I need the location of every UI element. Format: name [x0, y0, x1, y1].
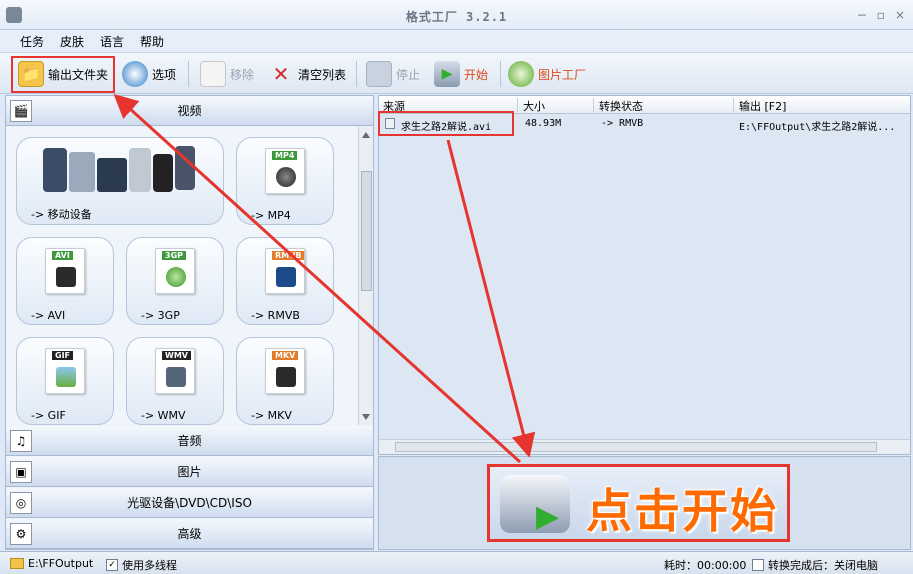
category-scrollbar[interactable]	[358, 127, 373, 425]
category-advanced[interactable]: ⚙ 高级	[6, 519, 373, 549]
rmvb-file-icon: RMVB	[265, 248, 305, 294]
start-icon: ▶	[434, 61, 460, 87]
after-completion-checkbox[interactable]	[752, 559, 764, 571]
image-factory-icon	[508, 61, 534, 87]
picture-icon: ▣	[10, 461, 32, 483]
menu-bar: 任务 皮肤 语言 帮助	[0, 30, 913, 52]
minimize-button[interactable]: −	[857, 8, 867, 22]
toolbar-separator	[500, 61, 501, 87]
close-button[interactable]: ×	[895, 8, 905, 22]
remove-icon	[200, 61, 226, 87]
options-button[interactable]: 选项	[122, 59, 176, 89]
tile-wmv[interactable]: WMV -> WMV	[126, 337, 224, 425]
stop-icon	[366, 61, 392, 87]
multithread-checkbox[interactable]: ✓	[106, 559, 118, 571]
scrollbar-thumb[interactable]	[395, 442, 877, 452]
maximize-button[interactable]: ▫	[877, 8, 885, 22]
tile-label: -> 3GP	[141, 309, 180, 322]
mp4-file-icon: MP4	[265, 148, 305, 194]
horizontal-scrollbar[interactable]	[379, 439, 910, 454]
film-icon: 🎬	[10, 100, 32, 122]
file-row-highlight	[378, 111, 514, 136]
toolbar-separator	[356, 61, 357, 87]
status-bar: E:\FFOutput ✓ 使用多线程 耗时：00:00:00 转换完成后：关闭…	[0, 551, 913, 574]
column-output[interactable]: 输出 [F2]	[739, 98, 786, 114]
window-title: 格式工厂 3.2.1	[405, 10, 508, 24]
elapsed-time: 耗时：00:00:00	[664, 559, 747, 572]
after-completion-option[interactable]: 转换完成后：关闭电脑	[752, 557, 878, 573]
row-output: E:\FFOutput\求生之路2解说...	[739, 122, 896, 133]
column-status[interactable]: 转换状态	[599, 98, 643, 114]
category-audio[interactable]: ♫ 音频	[6, 426, 373, 456]
image-factory-button[interactable]: 图片工厂	[508, 59, 586, 89]
mobile-devices-icon	[41, 142, 197, 198]
tile-label: -> AVI	[31, 309, 66, 322]
tile-rmvb[interactable]: RMVB -> RMVB	[236, 237, 334, 325]
mkv-file-icon: MKV	[265, 348, 305, 394]
category-panel: 🎬 视频 -> 移动设备 MP4 -> MP4 AVI -> AVI 3GP -…	[5, 95, 374, 550]
category-video[interactable]: 🎬 视频	[6, 96, 373, 126]
tile-label: -> MP4	[251, 209, 291, 222]
output-folder-highlight	[11, 56, 115, 93]
stop-button[interactable]: 停止	[366, 59, 420, 89]
clear-icon: ✕	[272, 62, 290, 86]
tile-mp4[interactable]: MP4 -> MP4	[236, 137, 334, 225]
tile-3gp[interactable]: 3GP -> 3GP	[126, 237, 224, 325]
disc-drive-icon: ◎	[10, 492, 32, 514]
avi-file-icon: AVI	[45, 248, 85, 294]
remove-button[interactable]: 移除	[200, 59, 254, 89]
start-button[interactable]: ▶ 开始	[434, 59, 488, 89]
options-icon	[122, 61, 148, 87]
menu-skin[interactable]: 皮肤	[60, 33, 84, 50]
toolbar-separator	[188, 61, 189, 87]
tile-label: -> RMVB	[251, 309, 300, 322]
start-callout-text: 点击开始	[586, 484, 778, 538]
tile-label: -> MKV	[251, 409, 292, 422]
video-format-grid: -> 移动设备 MP4 -> MP4 AVI -> AVI 3GP -> 3GP	[6, 127, 358, 425]
tile-label: -> WMV	[141, 409, 186, 422]
tile-label: -> 移动设备	[31, 208, 92, 221]
toolbar: 📁 输出文件夹 选项 移除 ✕ 清空列表 停止 ▶ 开始 图片工厂	[0, 52, 913, 94]
output-path[interactable]: E:\FFOutput	[10, 557, 93, 570]
menu-help[interactable]: 帮助	[140, 33, 164, 50]
wmv-file-icon: WMV	[155, 348, 195, 394]
clear-list-button[interactable]: ✕ 清空列表	[268, 59, 346, 89]
start-icon-large: ▶	[500, 475, 570, 534]
tile-mobile-device[interactable]: -> 移动设备	[16, 137, 224, 225]
task-list: 来源 大小 转换状态 输出 [F2] 求生之路2解说.avi 48.93M ->…	[378, 95, 911, 455]
menu-language[interactable]: 语言	[100, 33, 124, 50]
3gp-file-icon: 3GP	[155, 248, 195, 294]
menu-task[interactable]: 任务	[20, 33, 44, 50]
multithread-option[interactable]: ✓ 使用多线程	[106, 557, 177, 573]
scrollbar-thumb[interactable]	[361, 171, 372, 291]
row-status: -> RMVB	[601, 118, 644, 129]
music-icon: ♫	[10, 430, 32, 452]
title-bar: 格式工厂 3.2.1 − ▫ ×	[0, 0, 913, 30]
category-image[interactable]: ▣ 图片	[6, 457, 373, 487]
tile-label: -> GIF	[31, 409, 66, 422]
folder-icon	[10, 558, 24, 569]
start-callout: ▶ 点击开始	[487, 464, 790, 542]
gif-file-icon: GIF	[45, 348, 85, 394]
tile-avi[interactable]: AVI -> AVI	[16, 237, 114, 325]
tile-mkv[interactable]: MKV -> MKV	[236, 337, 334, 425]
gears-icon: ⚙	[10, 523, 32, 545]
category-disc[interactable]: ◎ 光驱设备\DVD\CD\ISO	[6, 488, 373, 518]
tile-gif[interactable]: GIF -> GIF	[16, 337, 114, 425]
column-size[interactable]: 大小	[523, 98, 545, 114]
row-size: 48.93M	[525, 118, 562, 129]
